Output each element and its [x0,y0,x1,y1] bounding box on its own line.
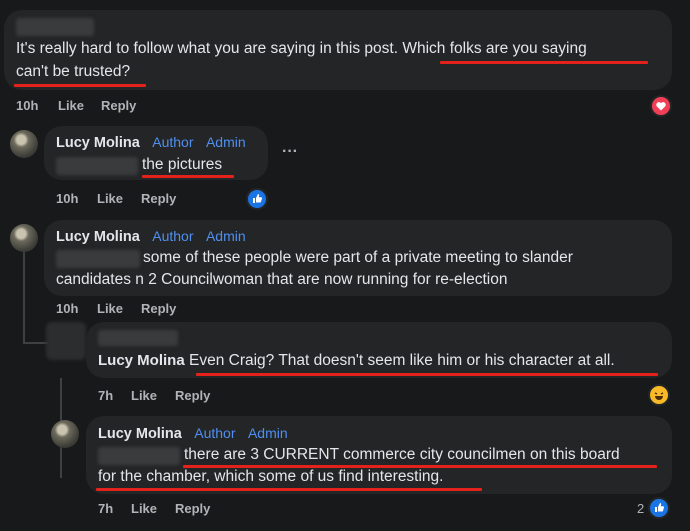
reply-button[interactable]: Reply [141,191,176,206]
like-button[interactable]: Like [131,388,157,403]
heart-reaction-icon[interactable] [650,95,672,117]
avatar-redacted[interactable] [46,322,86,360]
like-reaction-icon[interactable] [648,497,670,519]
comment-time[interactable]: 7h [98,501,113,516]
comment-header: Lucy Molina Author Admin [98,425,288,443]
comment-time[interactable]: 7h [98,388,113,403]
admin-badge: Admin [205,228,246,244]
comment-time[interactable]: 10h [56,191,78,206]
like-button[interactable]: Like [58,98,84,113]
laugh-reaction-icon[interactable] [648,384,670,406]
redacted-name [98,330,178,346]
avatar[interactable] [10,130,38,158]
admin-badge: Admin [205,134,246,150]
author-badge: Author [152,134,194,150]
comment-header: Lucy Molina Author Admin [56,134,246,152]
like-button[interactable]: Like [97,191,123,206]
comment-text: there are 3 CURRENT commerce city counci… [184,446,620,463]
author-name[interactable]: Lucy Molina [56,229,140,245]
annotation-underline [440,61,648,64]
reply-button[interactable]: Reply [175,388,210,403]
reply-button[interactable]: Reply [101,98,136,113]
annotation-underline [183,465,657,468]
like-reaction-icon[interactable] [246,188,268,210]
reply-button[interactable]: Reply [175,501,210,516]
redacted-mention [56,157,138,175]
reaction-count[interactable]: 2 [637,501,644,516]
comment-text: It's really hard to follow what you are … [16,40,587,57]
like-button[interactable]: Like [131,501,157,516]
comment-text-line2: candidates n 2 Councilwoman that are now… [56,271,508,288]
author-badge: Author [152,228,194,244]
redacted-mention [98,447,180,465]
comment-time[interactable]: 10h [16,98,38,113]
redacted-name [16,18,94,36]
author-name[interactable]: Lucy Molina [98,352,185,369]
author-name[interactable]: Lucy Molina [98,426,182,442]
avatar[interactable] [51,420,79,448]
avatar[interactable] [10,224,38,252]
annotation-underline [142,175,234,178]
annotation-underline [196,373,658,376]
comment-text: Lucy Molina Even Craig? That doesn't see… [98,352,615,369]
redacted-mention [56,250,140,268]
thread-line [23,252,25,344]
author-badge: Author [194,425,236,441]
comment-text: the pictures [142,156,223,173]
like-button[interactable]: Like [97,301,123,316]
more-options-icon[interactable]: ··· [282,143,298,161]
annotation-underline [96,488,482,491]
comment-text: some of these people were part of a priv… [143,249,573,266]
comment-header: Lucy Molina Author Admin [56,228,246,246]
reply-button[interactable]: Reply [141,301,176,316]
author-name[interactable]: Lucy Molina [56,135,140,151]
admin-badge: Admin [247,425,288,441]
comment-text-line2: for the chamber, which some of us find i… [98,468,444,485]
annotation-underline [14,84,146,87]
comment-text-line2: can't be trusted? [16,63,131,80]
comment-time[interactable]: 10h [56,301,78,316]
